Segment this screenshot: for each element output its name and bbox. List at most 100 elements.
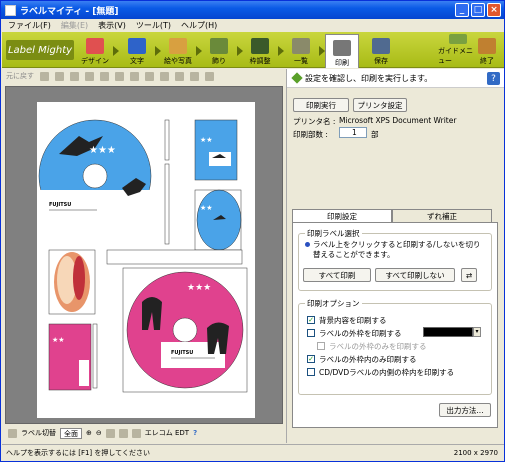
help-button[interactable]: ? [487, 72, 500, 85]
menu-file[interactable]: ファイル(F) [8, 20, 51, 31]
label-switch-button[interactable]: ラベル切替 [21, 428, 56, 438]
menu-help[interactable]: ヘルプ(H) [181, 20, 217, 31]
printer-name-short: エレコム EDT [144, 429, 190, 437]
star-decoration: ★★ [200, 204, 213, 212]
options-title: 印刷オプション [305, 298, 362, 309]
view-bar: ラベル切替 全面 ⊕ ⊖ エレコム EDT ? [2, 425, 284, 441]
option-inside-only-label: ラベルの外枠内のみ印刷する [319, 355, 417, 364]
printer-name-label: プリンタ名 : [293, 117, 336, 126]
copies-label: 印刷部数 : [293, 130, 328, 139]
ribbon-text[interactable]: 文字 [120, 34, 154, 66]
edit-toolbar: 元に戻す [2, 69, 284, 83]
label-select-description: ラベル上をクリックすると印刷する/しないを切り替えることができます。 [313, 240, 481, 259]
app-icon [5, 4, 16, 16]
page-icon[interactable] [105, 428, 115, 438]
toggle-select-icon[interactable]: ⇄ [461, 268, 477, 282]
ribbon-list[interactable]: 一覧 [284, 34, 318, 66]
flip-icon[interactable] [175, 71, 184, 81]
grid-icon[interactable] [205, 71, 214, 81]
flow-arrow-icon [113, 46, 119, 56]
ribbon-design[interactable]: デザイン [78, 34, 112, 66]
tab-offset-correction[interactable]: ずれ補正 [392, 209, 492, 222]
option-cd-inner-checkbox[interactable] [307, 368, 315, 376]
option-outline-only-checkbox[interactable] [317, 342, 325, 350]
menu-tools[interactable]: ツール(T) [136, 20, 171, 31]
panel-header-text: 設定を確認し、印刷を実行します。 [305, 73, 433, 83]
ribbon-image-label: 絵や写真 [164, 57, 192, 65]
cd-label-blue[interactable]: ★★★ FUJITSU [38, 119, 152, 235]
ribbon-save[interactable]: 保存 [364, 34, 398, 66]
mode-ribbon: Label Mighty デザイン 文字 絵や写真 飾り 枠調整 一覧 印刷 保… [2, 32, 504, 68]
palette-icon [86, 38, 104, 54]
star-decoration: ★★★ [89, 145, 116, 156]
menu-edit[interactable]: 編集(E) [61, 20, 88, 31]
lock-icon[interactable] [190, 71, 199, 81]
spine-label-pink[interactable]: ★★ [48, 323, 92, 391]
zoom-in-icon[interactable]: ⊕ [86, 429, 92, 437]
tab-content: 印刷ラベル選択 ラベル上をクリックすると印刷する/しないを切り替えることができま… [292, 222, 498, 428]
layer-icon[interactable] [115, 71, 124, 81]
ribbon-decoration[interactable]: 飾り [202, 34, 236, 66]
print-all-button[interactable]: すべて印刷 [303, 268, 371, 282]
exit-label: 終了 [480, 57, 494, 65]
save-icon [372, 38, 390, 54]
print-none-button[interactable]: すべて印刷しない [375, 268, 455, 282]
star-decoration: ★★ [200, 136, 213, 144]
print-execute-button[interactable]: 印刷実行 [293, 98, 349, 112]
cut-icon[interactable] [55, 71, 64, 81]
bullet-icon [305, 242, 310, 247]
align-icon[interactable] [145, 71, 154, 81]
ribbon-list-label: 一覧 [294, 57, 308, 65]
option-inside-only-checkbox[interactable]: ✓ [307, 355, 315, 363]
page-icon[interactable] [118, 428, 128, 438]
delete-icon[interactable] [100, 71, 109, 81]
minimize-button[interactable]: _ [455, 3, 469, 17]
page-size: 2100 x 2970 [453, 449, 498, 457]
paste-icon[interactable] [85, 71, 94, 81]
ribbon-image[interactable]: 絵や写真 [161, 34, 195, 66]
zoom-out-icon[interactable]: ⊖ [96, 429, 102, 437]
label-sheet[interactable]: ★★★ FUJITSU ★★ ★★ ★★ ★★★ FUJITSU [37, 102, 255, 418]
ribbon-frame[interactable]: 枠調整 [243, 34, 277, 66]
printer-name-value: Microsoft XPS Document Writer [339, 116, 457, 125]
option-cd-inner-label: CD/DVDラベルの内側の枠内を印刷する [319, 368, 455, 377]
menu-view[interactable]: 表示(V) [98, 20, 126, 31]
help-icon[interactable]: ? [193, 429, 197, 437]
redo-icon[interactable] [40, 71, 49, 81]
close-button[interactable]: × [487, 3, 501, 17]
printer-settings-button[interactable]: プリンタ設定 [353, 98, 407, 112]
ribbon-print[interactable]: 印刷 [325, 34, 359, 68]
star-decoration: ★★★ [187, 283, 211, 293]
title-bar: ラベルマイティ - [無題] _ □ × [1, 1, 504, 19]
status-bar: ヘルプを表示するには [F1] を押してください 2100 x 2970 [2, 444, 504, 461]
list-icon [292, 38, 310, 54]
label-switch-icon [8, 428, 17, 438]
frame-icon [251, 38, 269, 54]
group-icon[interactable] [130, 71, 139, 81]
copies-stepper[interactable]: 1 [339, 127, 367, 138]
ribbon-design-label: デザイン [81, 57, 109, 65]
output-method-button[interactable]: 出力方法... [439, 403, 491, 417]
copy-icon[interactable] [70, 71, 79, 81]
window-title: ラベルマイティ - [無題] [20, 6, 119, 17]
spine-label-blue-top[interactable]: ★★ [194, 119, 238, 181]
undo-button[interactable]: 元に戻す [6, 71, 34, 81]
option-outline-label: ラベルの外枠を印刷する [319, 329, 402, 338]
outline-color-select[interactable] [423, 327, 473, 337]
chevron-down-icon[interactable]: ▾ [473, 327, 481, 337]
maximize-button[interactable]: □ [471, 3, 485, 17]
photo-label-colorful[interactable] [48, 249, 96, 315]
copies-unit: 部 [371, 130, 379, 139]
panel-header: 設定を確認し、印刷を実行します。 ? [287, 69, 504, 88]
ribbon-save-label: 保存 [374, 57, 388, 65]
tab-print-settings[interactable]: 印刷設定 [292, 209, 392, 222]
decoration-icon [210, 38, 228, 54]
label-brand-text: FUJITSU [171, 350, 193, 356]
option-outline-checkbox[interactable] [307, 329, 315, 337]
rotate-icon[interactable] [160, 71, 169, 81]
option-background-checkbox[interactable]: ✓ [307, 316, 315, 324]
exit-button[interactable]: 終了 [472, 34, 502, 66]
zoom-all-button[interactable]: 全面 [60, 427, 82, 439]
print-panel: 設定を確認し、印刷を実行します。 ? 印刷実行 プリンタ設定 プリンタ名 : M… [286, 69, 504, 443]
ribbon-frame-label: 枠調整 [249, 57, 271, 65]
